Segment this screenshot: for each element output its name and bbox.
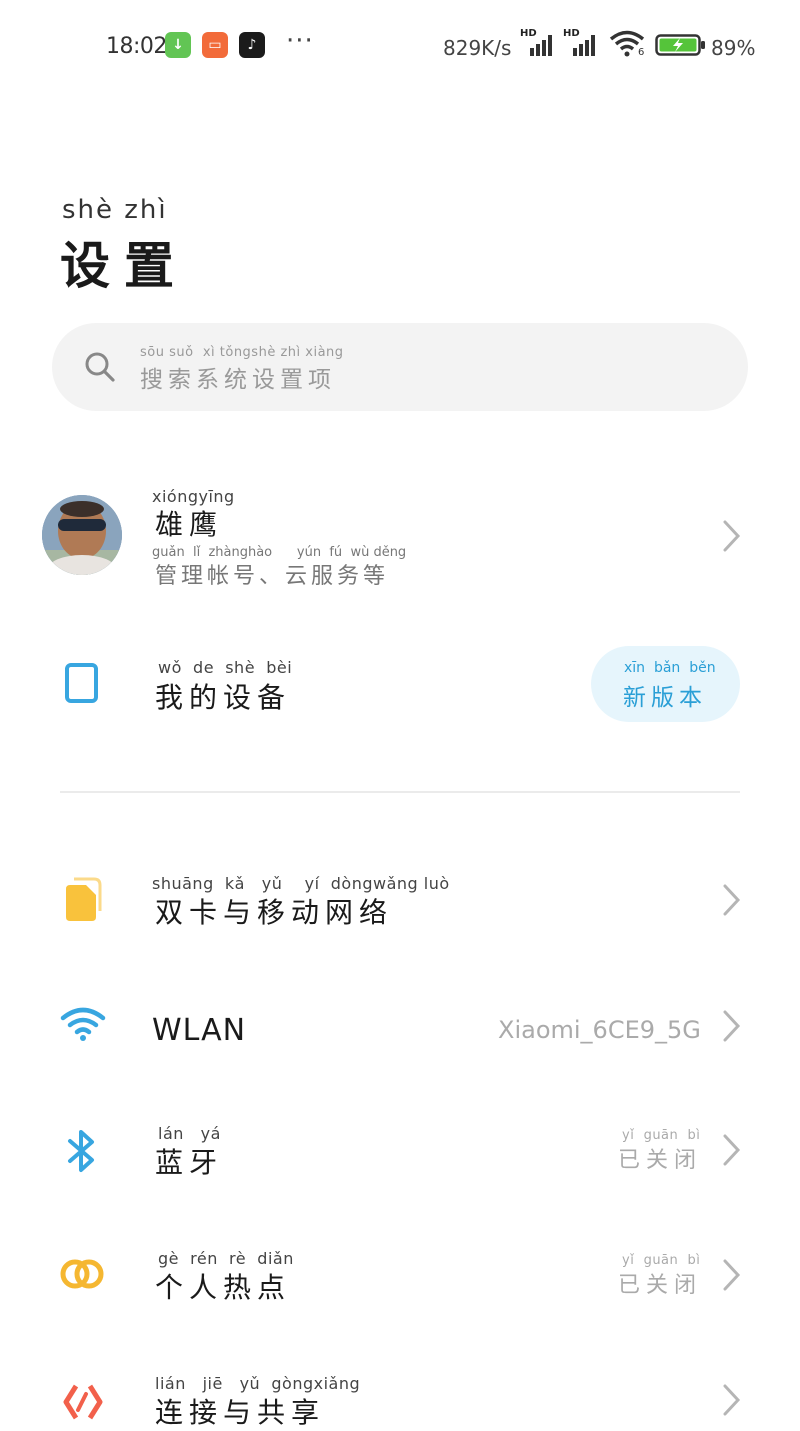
- chevron-right-icon: [718, 516, 746, 556]
- sim-card-icon: [62, 877, 104, 923]
- avatar[interactable]: [42, 495, 122, 575]
- wifi-status-icon: 6: [609, 30, 649, 60]
- connection-sharing-icon: [60, 1382, 106, 1422]
- search-icon: [84, 351, 116, 383]
- bluetooth-status-pinyin: yǐ guān bì: [622, 1128, 701, 1143]
- hotspot-label: 个人热点: [155, 1271, 292, 1304]
- my-device-pinyin: wǒ de shè bèi: [158, 658, 293, 677]
- wifi-sub-label: 6: [638, 47, 645, 58]
- chevron-right-icon: [718, 1255, 746, 1295]
- search-input[interactable]: 搜索系统设置项: [140, 360, 336, 394]
- chevron-right-icon: [718, 1380, 746, 1420]
- bluetooth-label: 蓝牙: [155, 1146, 224, 1179]
- bluetooth-status: 已关闭: [618, 1148, 703, 1173]
- account-name: 雄鹰: [155, 508, 224, 541]
- my-device-label: 我的设备: [155, 681, 292, 714]
- hotspot-status-pinyin: yǐ guān bì: [622, 1253, 701, 1268]
- wlan-network-name: Xiaomi_6CE9_5G: [498, 1016, 701, 1044]
- new-version-pinyin: xīn bǎn běn: [624, 660, 716, 676]
- page-title-pinyin: shè zhì: [62, 195, 168, 225]
- network-speed: 829K/s: [443, 36, 512, 60]
- wifi-icon: [60, 1006, 106, 1044]
- hotspot-status: 已关闭: [618, 1273, 703, 1298]
- chevron-right-icon: [718, 1006, 746, 1046]
- download-app-icon: ↓: [165, 32, 191, 58]
- signal-icon: HD: [520, 28, 556, 58]
- account-subtitle: 管理帐号、云服务等: [155, 564, 390, 589]
- hotspot-icon: [58, 1256, 106, 1292]
- device-icon: [64, 662, 100, 704]
- connection-sharing-row[interactable]: [0, 1355, 800, 1422]
- page-title: 设置: [60, 237, 188, 295]
- chevron-right-icon: [718, 1130, 746, 1170]
- wlan-label: WLAN: [152, 1013, 247, 1048]
- status-more-icon: ···: [286, 26, 314, 56]
- sim-network-label: 双卡与移动网络: [155, 896, 394, 929]
- chevron-right-icon: [718, 880, 746, 920]
- new-version-label: 新版本: [623, 685, 707, 711]
- sim-network-row[interactable]: [0, 850, 800, 950]
- tiktok-icon: ♪: [239, 32, 265, 58]
- battery-icon: [655, 34, 707, 56]
- signal-icon-2: HD: [563, 28, 599, 58]
- bluetooth-icon: [64, 1128, 100, 1174]
- connection-sharing-label: 连接与共享: [155, 1396, 326, 1429]
- divider: [60, 791, 740, 793]
- battery-percent: 89%: [711, 36, 756, 60]
- xiaomi-store-icon: ▭: [202, 32, 228, 58]
- status-time: 18:02: [106, 34, 167, 59]
- search-placeholder-pinyin: sōu suǒ xì tǒngshè zhì xiàng: [140, 345, 344, 360]
